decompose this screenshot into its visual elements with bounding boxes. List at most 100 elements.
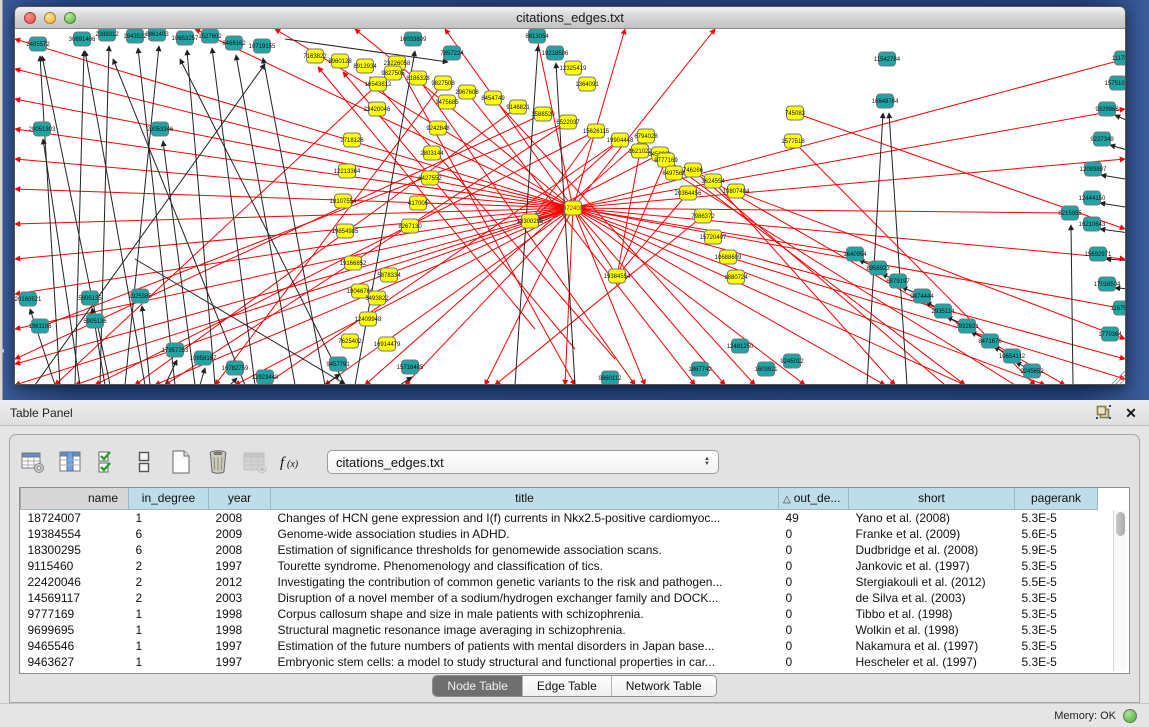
new-document-icon[interactable] [167, 448, 195, 476]
graph-node[interactable]: 8861403 [145, 29, 169, 41]
table-cell[interactable]: 5.9E-5 [1015, 542, 1098, 558]
table-cell[interactable]: 1997 [209, 558, 271, 574]
table-cell[interactable]: Franke et al. (2009) [849, 526, 1015, 542]
graph-node[interactable]: 12923448 [252, 370, 279, 384]
table-cell[interactable]: Jankovic et al. (1997) [849, 558, 1015, 574]
table-cell[interactable]: 19384554 [21, 526, 129, 542]
memory-ok-indicator[interactable] [1123, 709, 1137, 723]
table-cell[interactable]: 5.3E-5 [1015, 606, 1098, 622]
graph-node[interactable]: 2718126 [340, 133, 364, 147]
graph-node[interactable]: 2388312 [95, 29, 119, 41]
table-cell[interactable]: 1998 [209, 622, 271, 638]
graph-node[interactable]: 9860112 [599, 371, 623, 385]
citation-graph[interactable]: 7163822896012889129342322605898275051654… [15, 29, 1125, 385]
graph-node[interactable]: 17016504 [1094, 277, 1121, 291]
table-cell[interactable]: 2 [129, 558, 209, 574]
table-cell[interactable]: 0 [779, 654, 849, 670]
graph-node[interactable]: 12325419 [560, 61, 587, 75]
graph-node[interactable]: 1880724 [724, 270, 748, 284]
graph-node[interactable]: 8427552 [418, 171, 442, 185]
table-cell[interactable]: 5.3E-5 [1015, 622, 1098, 638]
table-cell[interactable]: 6 [129, 526, 209, 542]
graph-node[interactable]: 3624554 [701, 174, 725, 188]
graph-node[interactable]: 8960128 [328, 54, 352, 68]
table-row[interactable]: 911546021997Tourette syndrome. Phenomeno… [21, 558, 1098, 574]
graph-node[interactable]: 1364091 [575, 77, 599, 91]
table-cell[interactable]: 1997 [209, 638, 271, 654]
graph-node[interactable]: 16914479 [374, 337, 401, 351]
graph-node[interactable]: 7986372 [691, 209, 715, 223]
tab-node-table[interactable]: Node Table [433, 676, 523, 696]
table-vertical-scrollbar[interactable] [1113, 510, 1127, 671]
table-cell[interactable]: 5.3E-5 [1015, 590, 1098, 606]
graph-node[interactable]: 1925385 [128, 289, 152, 303]
tab-network-table[interactable]: Network Table [612, 676, 716, 696]
table-cell[interactable]: 14569117 [21, 590, 129, 606]
table-cell[interactable]: 1 [129, 509, 209, 526]
column-header-short[interactable]: short [849, 488, 1015, 509]
table-cell[interactable]: 1 [129, 606, 209, 622]
graph-node[interactable]: 2405572 [26, 37, 50, 51]
panel-resize-arrow-icon[interactable]: ◂ [0, 346, 8, 356]
table-cell[interactable]: 1997 [209, 654, 271, 670]
table-cell[interactable]: 0 [779, 558, 849, 574]
graph-node[interactable]: 8813054 [525, 29, 549, 43]
graph-node[interactable]: 9474444 [910, 289, 934, 303]
table-row[interactable]: 977716911998Corpus callosum shape and si… [21, 606, 1098, 622]
graph-node[interactable]: 746266 [683, 163, 704, 177]
table-select-dropdown[interactable]: citations_edges.txt ▲▼ [327, 450, 719, 474]
table-cell[interactable]: Disruption of a novel member of a sodium… [271, 590, 779, 606]
graph-node[interactable]: 7625402 [338, 334, 362, 348]
table-cell[interactable]: 1 [129, 654, 209, 670]
table-row[interactable]: 946554611997Estimation of the future num… [21, 638, 1098, 654]
table-cell[interactable]: Embryonic stem cells: a model to study s… [271, 654, 779, 670]
scrollbar-thumb[interactable] [1116, 512, 1125, 536]
graph-node[interactable]: 2803144 [420, 146, 444, 160]
graph-node[interactable]: 30691406 [69, 32, 96, 46]
graph-node[interactable]: 1943522 [123, 29, 147, 43]
graph-node[interactable]: 19904448 [607, 133, 634, 147]
table-cell[interactable]: Estimation of the future numbers of pati… [271, 638, 779, 654]
graph-node[interactable]: 9242848 [426, 121, 450, 135]
table-cell[interactable]: 1 [129, 638, 209, 654]
table-cell[interactable]: Dudbridge et al. (2008) [849, 542, 1015, 558]
table-cell[interactable]: 9115460 [21, 558, 129, 574]
graph-node[interactable]: 2935114 [932, 304, 956, 318]
graph-node[interactable]: 745083 [785, 106, 806, 120]
table-row[interactable]: 1938455462009Genome-wide association stu… [21, 526, 1098, 542]
table-cell[interactable]: Yano et al. (2008) [849, 509, 1015, 526]
graph-node[interactable]: 8454749 [481, 91, 505, 105]
graph-node[interactable]: 417006 [408, 196, 429, 210]
graph-node[interactable]: 10653257 [172, 31, 199, 45]
graph-node[interactable]: 9457791 [326, 357, 350, 371]
table-cell[interactable]: Tibbo et al. (1998) [849, 606, 1015, 622]
show-column-icon[interactable] [56, 448, 84, 476]
graph-node[interactable]: 9146821 [506, 100, 530, 114]
column-header-title[interactable]: title [271, 488, 779, 509]
graph-node[interactable]: 19218506 [542, 46, 569, 60]
graph-node[interactable]: 3493822 [365, 291, 389, 305]
graph-node[interactable]: 10688609 [715, 250, 742, 264]
table-cell[interactable]: 5.5E-5 [1015, 574, 1098, 590]
table-cell[interactable]: 0 [779, 606, 849, 622]
network-window-titlebar[interactable]: citations_edges.txt [15, 7, 1125, 29]
table-cell[interactable]: Wolkin et al. (1998) [849, 622, 1015, 638]
function-builder-icon[interactable]: f (x) [278, 448, 306, 476]
graph-node[interactable]: 9227349 [1090, 132, 1114, 146]
graph-node[interactable]: 1527602 [198, 29, 222, 43]
table-cell[interactable]: 2 [129, 590, 209, 606]
graph-node[interactable]: 5878334 [377, 268, 401, 282]
table-cell[interactable]: Hescheler et al. (1997) [849, 654, 1015, 670]
table-cell[interactable]: Structural magnetic resonance image aver… [271, 622, 779, 638]
table-cell[interactable]: 2008 [209, 542, 271, 558]
table-cell[interactable]: 2008 [209, 509, 271, 526]
graph-node[interactable]: 1867742 [688, 362, 712, 376]
table-cell[interactable]: 6 [129, 542, 209, 558]
graph-node[interactable]: 1167531 [1111, 301, 1125, 315]
graph-node[interactable]: 8267130 [398, 219, 422, 233]
delete-table-icon[interactable] [241, 448, 269, 476]
table-row[interactable]: 969969511998Structural magnetic resonanc… [21, 622, 1098, 638]
table-cell[interactable]: 18300295 [21, 542, 129, 558]
graph-node[interactable]: 1981106 [29, 319, 53, 333]
column-header-pagerank[interactable]: pagerank [1015, 488, 1098, 509]
